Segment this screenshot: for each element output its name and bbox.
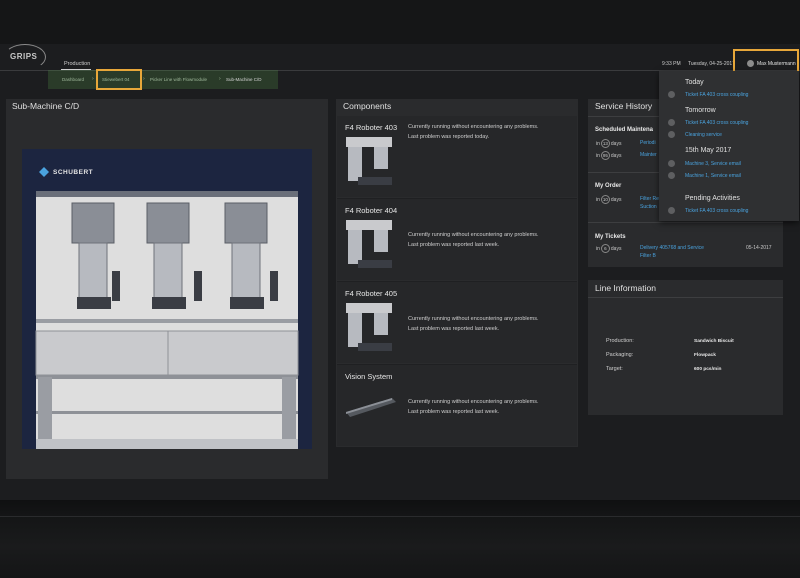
components-title: Components (343, 101, 392, 111)
top-shadow-area (0, 0, 800, 44)
component-name[interactable]: F4 Roboter 403 (345, 123, 397, 132)
dropdown-group-heading: Pending Activities (685, 195, 740, 202)
line-information-title: Line Information (595, 283, 656, 293)
robot-arm-icon (346, 220, 392, 268)
order-link[interactable]: Filter Re (640, 196, 659, 202)
dropdown-item[interactable]: Cleaning service (685, 132, 722, 138)
gear-icon (668, 172, 675, 179)
user-menu-name[interactable]: Max Mustermann (757, 61, 796, 67)
robot-arm-icon (346, 137, 392, 185)
machine-brand: SCHUBERT (53, 169, 94, 176)
service-history-title: Service History (595, 101, 653, 111)
line-info-label: Packaging: (606, 352, 634, 358)
dropdown-group-heading: Tomorrow (685, 107, 716, 114)
cart-icon (668, 119, 675, 126)
breadcrumb-separator: › (92, 76, 94, 82)
ticket-date: 05-14-2017 (746, 245, 772, 251)
user-avatar-icon[interactable] (747, 60, 754, 67)
line-info-label: Target: (606, 366, 623, 372)
order-link[interactable]: Suction (640, 204, 657, 210)
dropdown-item[interactable]: Machine 3, Service email (685, 161, 741, 167)
component-status: Currently running without encountering a… (408, 232, 539, 248)
robot-arm-icon (346, 303, 392, 351)
my-tickets-heading: My Tickets (595, 234, 626, 240)
app-logo[interactable]: GRIPS (10, 52, 37, 61)
bottom-divider (0, 516, 800, 517)
maintenance-link[interactable]: Mainter (640, 152, 657, 158)
dropdown-item[interactable]: Ticket FA 403 cross coupling (685, 208, 748, 214)
ticket-link[interactable]: Filter B (640, 253, 656, 259)
ticket-link[interactable]: Delivery 405768 and Service (640, 245, 704, 251)
line-info-label: Production: (606, 338, 634, 344)
breadcrumb-current: Sub-Machine C/D (226, 77, 262, 82)
dropdown-item[interactable]: Machine 1, Service email (685, 173, 741, 179)
dropdown-item[interactable]: Ticket FA 403 cross coupling (685, 92, 748, 98)
line-info-value: Flowpack (694, 353, 716, 358)
line-info-value: 600 pcs/min (694, 367, 722, 372)
info-icon (668, 207, 675, 214)
component-status: Currently running without encountering a… (408, 124, 539, 140)
tab-production[interactable]: Production (64, 61, 90, 67)
breadcrumb-separator: › (219, 76, 221, 82)
info-icon (668, 91, 675, 98)
header-date: Tuesday, 04-25-2017 (688, 61, 735, 67)
sub-machine-title: Sub-Machine C/D (12, 101, 80, 111)
order-row: in 10 days (596, 195, 622, 204)
breadcrumb-dashboard[interactable]: Dashboard (62, 77, 84, 82)
header-time: 9:33 PM (662, 61, 681, 67)
machine-illustration (22, 149, 312, 449)
component-name[interactable]: F4 Roboter 405 (345, 289, 397, 298)
breadcrumb-highlight (96, 69, 142, 90)
dropdown-group-heading: Today (685, 79, 704, 86)
maintenance-link[interactable]: Periodi (640, 140, 656, 146)
component-status: Currently running without encountering a… (408, 399, 539, 415)
component-name[interactable]: Vision System (345, 372, 392, 381)
breadcrumb-separator: › (143, 76, 145, 82)
camera-bar-icon (346, 398, 396, 417)
divider (588, 222, 783, 223)
scheduled-maintenance-heading: Scheduled Maintena (595, 127, 654, 133)
cart-icon (668, 131, 675, 138)
scheduled-row: in 95 days (596, 151, 622, 160)
breadcrumb-picker-line[interactable]: Picker Line with Flowmodule (150, 77, 207, 82)
line-info-value: Sandwich Biscuit (694, 339, 734, 344)
dropdown-group-heading: 15th May 2017 (685, 147, 732, 154)
bottom-bar (0, 500, 800, 578)
scheduled-row: in 13 days (596, 139, 622, 148)
divider (588, 297, 783, 298)
my-order-heading: My Order (595, 183, 622, 189)
ticket-row: in 6 days (596, 244, 622, 253)
component-status: Currently running without encountering a… (408, 316, 539, 332)
dropdown-item[interactable]: Ticket FA 403 cross coupling (685, 120, 748, 126)
gear-icon (668, 160, 675, 167)
component-name[interactable]: F4 Roboter 404 (345, 206, 397, 215)
line-information-panel (588, 280, 783, 415)
